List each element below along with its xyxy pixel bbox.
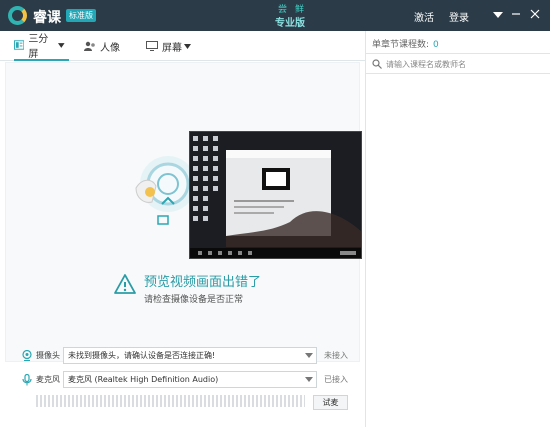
warning-icon [114, 274, 136, 294]
mic-status: 已接入 [324, 375, 348, 384]
course-count: 单章节课程数: 0 [372, 37, 439, 50]
preview-error-title: 预览视频画面出错了 [144, 275, 262, 290]
tab-screen[interactable]: 屏幕 [146, 31, 196, 61]
search-icon[interactable] [372, 59, 382, 69]
pro-edition-label[interactable]: 专业版 [275, 14, 305, 29]
test-mic-button[interactable]: 试麦 [313, 395, 348, 410]
camera-label: 摄像头 [36, 351, 60, 360]
edition-badge: 标准版 [66, 9, 96, 22]
login-link[interactable]: 登录 [449, 9, 469, 24]
three-split-icon [14, 40, 25, 50]
mic-select-value: 麦克风 (Realtek High Definition Audio) [68, 375, 219, 384]
mode-tabs: 三分屏 人像 屏幕 [0, 31, 365, 61]
tab-label: 三分屏 [28, 34, 49, 60]
preview-error-subtitle: 请检查摄像设备是否正常 [144, 295, 244, 305]
activate-link[interactable]: 激活 [414, 9, 434, 24]
title-bar: 睿课 标准版 尝鲜 专业版 激活 登录 [0, 0, 550, 31]
broken-camera-icon [135, 156, 196, 225]
portrait-icon [84, 41, 95, 51]
mic-row: 麦克风 麦克风 (Realtek High Definition Audio) … [0, 371, 365, 389]
mic-select[interactable]: 麦克风 (Realtek High Definition Audio) [63, 371, 317, 388]
course-search [366, 53, 550, 74]
camera-icon [22, 350, 32, 361]
chevron-down-icon [184, 43, 191, 49]
mic-label: 麦克风 [36, 375, 60, 384]
screen-capture-thumbnail [189, 131, 362, 259]
minimize-icon[interactable] [507, 6, 525, 24]
menu-dropdown-icon[interactable] [489, 6, 507, 24]
course-count-value: 0 [433, 40, 439, 50]
camera-select-value: 未找到摄像头，请确认设备是否连接正确! [68, 351, 216, 360]
video-preview: 预览视频画面出错了 请检查摄像设备是否正常 [5, 62, 362, 362]
camera-row: 摄像头 未找到摄像头，请确认设备是否连接正确! 未接入 [0, 347, 365, 365]
camera-status: 未接入 [324, 351, 348, 360]
search-input[interactable] [386, 57, 546, 71]
course-count-label: 单章节课程数: [372, 40, 430, 50]
chevron-down-icon [305, 353, 313, 358]
recording-panel: 三分屏 人像 屏幕 预览视频画面出错了 请检查摄像设备是否正常 摄像头 未找到摄… [0, 31, 365, 427]
close-icon[interactable] [526, 6, 544, 24]
app-logo-icon [8, 6, 27, 25]
audio-level-meter [36, 395, 305, 407]
tab-portrait[interactable]: 人像 [84, 31, 129, 61]
chevron-down-icon [305, 377, 313, 382]
tab-label: 屏幕 [162, 42, 182, 54]
course-panel: 单章节课程数: 0 [365, 31, 550, 427]
chevron-down-icon [58, 42, 65, 48]
tab-three-split[interactable]: 三分屏 [14, 31, 69, 61]
tab-label: 人像 [100, 42, 120, 54]
camera-select[interactable]: 未找到摄像头，请确认设备是否连接正确! [63, 347, 317, 364]
monitor-icon [146, 41, 158, 51]
microphone-icon [22, 374, 32, 386]
app-brand: 睿课 [33, 10, 61, 26]
